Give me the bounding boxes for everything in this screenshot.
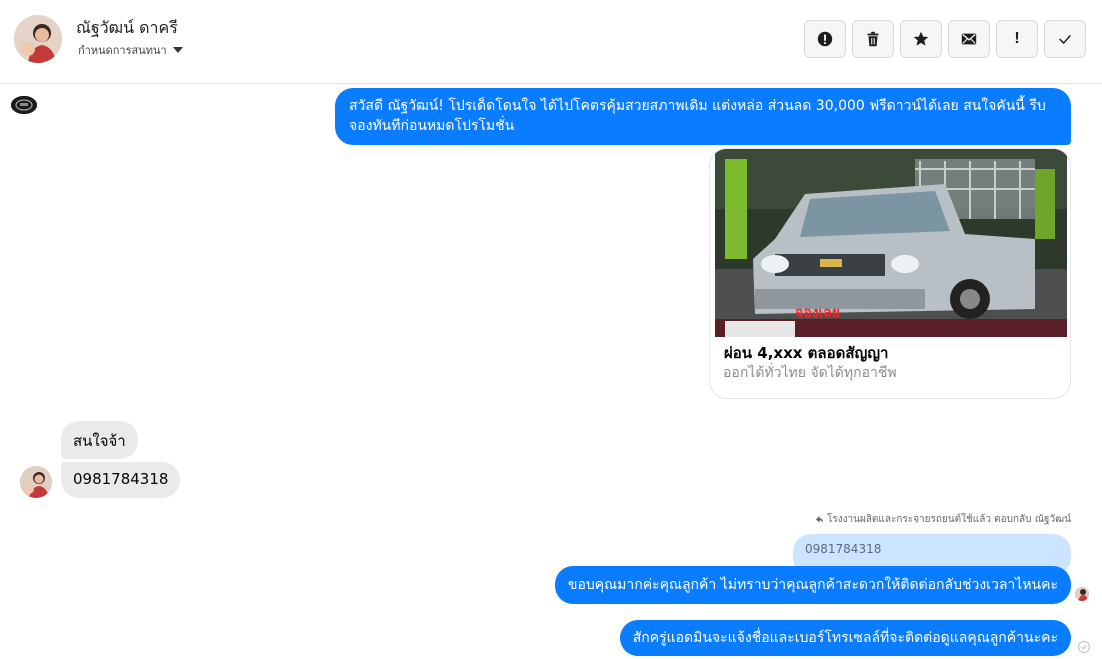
incoming-message[interactable]: 0981784318 xyxy=(61,462,181,498)
outgoing-message[interactable]: สวัสดี ณัฐวัฒน์! โปรเด็ดโดนใจ ได้ไปโคตรค… xyxy=(335,88,1071,145)
reply-arrow-icon xyxy=(815,515,824,524)
follow-up-button[interactable]: ! xyxy=(996,20,1038,58)
card-image-caption: จองเลย xyxy=(795,305,840,321)
star-button[interactable] xyxy=(900,20,942,58)
star-icon xyxy=(913,31,929,46)
product-card[interactable]: จองเลย ผ่อน 4,xxx ตลอดสัญญา ออกได้ทั่วไท… xyxy=(709,148,1071,399)
mark-done-button[interactable] xyxy=(1044,20,1086,58)
delete-button[interactable] xyxy=(852,20,894,58)
reply-indicator-text: โรงงานผลิตและกระจายรถยนต์ใช้แล้ว ตอบกลับ… xyxy=(826,514,1071,525)
envelope-icon xyxy=(961,33,977,45)
contact-avatar[interactable] xyxy=(14,15,62,63)
incoming-message[interactable]: สนใจจ้า xyxy=(61,421,138,459)
conversation-header: ณัฐวัฒน์ ดาครี กำหนดการสนทนา ! xyxy=(0,0,1102,84)
contact-name[interactable]: ณัฐวัฒน์ ดาครี xyxy=(76,16,178,41)
product-image[interactable]: จองเลย xyxy=(715,149,1067,337)
outgoing-message[interactable]: สักครู่แอดมินจะแจ้งชื่อและเบอร์โทรเซลล์ท… xyxy=(619,620,1071,656)
outgoing-message[interactable]: ขอบคุณมากค่ะคุณลูกค้า ไม่ทราบว่าคุณลูกค้… xyxy=(554,566,1071,604)
checkmark-icon xyxy=(1059,34,1071,45)
sent-status-icon xyxy=(1078,641,1090,653)
contact-avatar-small xyxy=(20,466,52,498)
trash-icon xyxy=(867,31,879,47)
page-avatar xyxy=(11,96,37,114)
mark-unread-button[interactable] xyxy=(948,20,990,58)
seen-avatar xyxy=(1075,587,1089,601)
mark-spam-button[interactable] xyxy=(804,20,846,58)
caret-down-icon xyxy=(172,47,183,53)
toolbar: ! xyxy=(804,20,1086,58)
exclamation-icon: ! xyxy=(1014,30,1020,47)
message-thread[interactable]: สวัสดี ณัฐวัฒน์! โปรเด็ดโดนใจ ได้ไปโคตรค… xyxy=(0,85,1102,659)
card-subtitle: ออกได้ทั่วไทย จัดได้ทุกอาชีพ xyxy=(723,365,897,381)
alert-circle-icon xyxy=(817,31,833,47)
reply-indicator: โรงงานผลิตและกระจายรถยนต์ใช้แล้ว ตอบกลับ… xyxy=(815,512,1071,527)
conversation-label-dropdown[interactable]: กำหนดการสนทนา xyxy=(78,41,183,59)
conversation-label-text: กำหนดการสนทนา xyxy=(78,44,167,57)
